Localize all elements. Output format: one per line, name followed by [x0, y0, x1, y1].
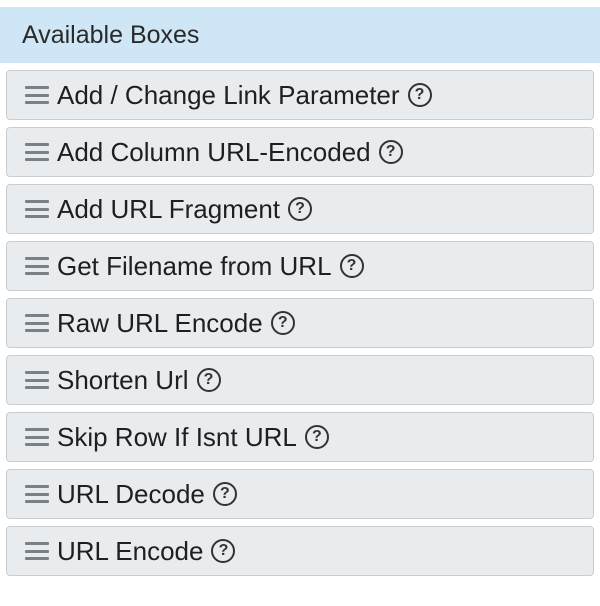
box-item-label: Skip Row If Isnt URL: [57, 421, 297, 452]
drag-handle-icon[interactable]: [25, 485, 49, 503]
box-item-label: Add Column URL-Encoded: [57, 136, 371, 167]
drag-handle-icon[interactable]: [25, 257, 49, 275]
box-list: Add / Change Link Parameter ? Add Column…: [0, 70, 600, 576]
box-item-url-encode[interactable]: URL Encode ?: [6, 526, 594, 576]
panel-header: Available Boxes: [0, 7, 600, 63]
drag-handle-icon[interactable]: [25, 428, 49, 446]
box-item-add-url-fragment[interactable]: Add URL Fragment ?: [6, 184, 594, 234]
box-item-add-change-link-parameter[interactable]: Add / Change Link Parameter ?: [6, 70, 594, 120]
box-item-url-decode[interactable]: URL Decode ?: [6, 469, 594, 519]
box-item-label: URL Encode: [57, 535, 204, 566]
drag-handle-icon[interactable]: [25, 314, 49, 332]
box-item-label: Shorten Url: [57, 364, 189, 395]
panel-title: Available Boxes: [22, 20, 200, 49]
drag-handle-icon[interactable]: [25, 371, 49, 389]
question-circle-icon[interactable]: ?: [196, 368, 221, 392]
question-circle-icon[interactable]: ?: [339, 254, 364, 278]
question-circle-icon[interactable]: ?: [212, 482, 237, 506]
box-item-raw-url-encode[interactable]: Raw URL Encode ?: [6, 298, 594, 348]
box-item-get-filename-from-url[interactable]: Get Filename from URL ?: [6, 241, 594, 291]
drag-handle-icon[interactable]: [25, 200, 49, 218]
question-circle-icon[interactable]: ?: [378, 140, 403, 164]
box-item-shorten-url[interactable]: Shorten Url ?: [6, 355, 594, 405]
question-circle-icon[interactable]: ?: [304, 425, 329, 449]
box-item-label: Raw URL Encode: [57, 307, 263, 338]
box-item-label: Add URL Fragment: [57, 193, 281, 224]
drag-handle-icon[interactable]: [25, 542, 49, 560]
question-circle-icon[interactable]: ?: [270, 311, 295, 335]
box-item-label: URL Decode: [57, 478, 205, 509]
box-item-label: Get Filename from URL: [57, 250, 332, 281]
question-circle-icon[interactable]: ?: [288, 197, 313, 221]
available-boxes-panel: Available Boxes Add / Change Link Parame…: [0, 7, 600, 576]
box-item-label: Add / Change Link Parameter: [57, 79, 400, 110]
box-item-skip-row-if-isnt-url[interactable]: Skip Row If Isnt URL ?: [6, 412, 594, 462]
drag-handle-icon[interactable]: [25, 143, 49, 161]
question-circle-icon[interactable]: ?: [211, 539, 236, 563]
box-item-add-column-url-encoded[interactable]: Add Column URL-Encoded ?: [6, 127, 594, 177]
question-circle-icon[interactable]: ?: [407, 83, 432, 107]
drag-handle-icon[interactable]: [25, 86, 49, 104]
